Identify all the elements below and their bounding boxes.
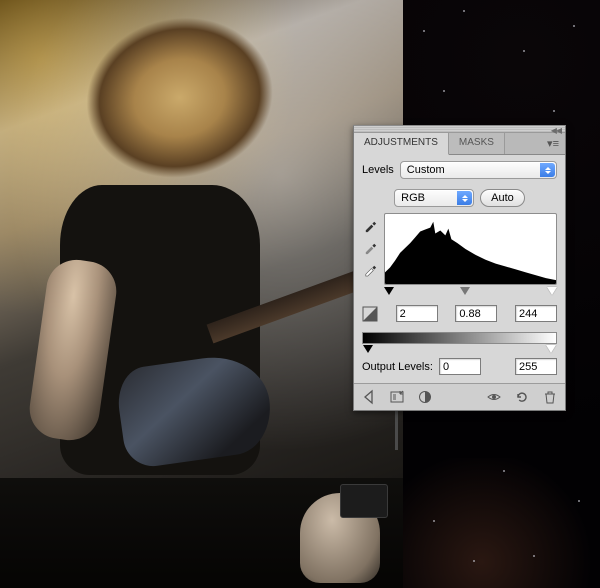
star — [503, 470, 505, 472]
panel-footer — [354, 383, 565, 410]
panel-body: Levels Custom RGB Auto — [354, 155, 565, 383]
star — [473, 560, 475, 562]
output-black-slider[interactable] — [363, 345, 373, 353]
back-arrow-icon[interactable] — [360, 389, 378, 405]
eyedropper-white-icon[interactable] — [362, 261, 378, 277]
star — [578, 500, 580, 502]
star — [573, 25, 575, 27]
histogram-wrap — [384, 213, 557, 299]
star — [553, 110, 555, 112]
nebula — [403, 458, 600, 588]
trash-icon[interactable] — [541, 389, 559, 405]
star — [443, 90, 445, 92]
panel-menu-icon[interactable]: ▾≡ — [541, 133, 565, 154]
contrast-icon — [362, 306, 378, 322]
auto-button[interactable]: Auto — [480, 189, 525, 207]
tab-adjustments[interactable]: ADJUSTMENTS — [354, 133, 449, 155]
star — [433, 520, 435, 522]
preset-row: Levels Custom — [362, 161, 557, 179]
star — [533, 555, 535, 557]
histogram-row — [362, 213, 557, 299]
expand-view-icon[interactable] — [388, 389, 406, 405]
workspace: ◀◀ ADJUSTMENTS MASKS ▾≡ Levels Custom RG… — [0, 0, 600, 588]
input-black-slider[interactable] — [384, 287, 394, 295]
clip-toggle-icon[interactable] — [416, 389, 434, 405]
tab-masks[interactable]: MASKS — [449, 133, 505, 154]
eyedropper-gray-icon[interactable] — [362, 239, 378, 255]
levels-label: Levels — [362, 164, 394, 176]
output-white-slider[interactable] — [546, 345, 556, 353]
output-levels-label: Output Levels: — [362, 361, 433, 373]
phone-camera — [340, 484, 388, 518]
star — [523, 50, 525, 52]
view-previous-icon[interactable] — [485, 389, 503, 405]
channel-select[interactable]: RGB — [394, 189, 474, 207]
output-levels-row: Output Levels: — [362, 358, 557, 375]
input-levels-row — [362, 305, 557, 322]
input-slider-track — [384, 287, 557, 297]
channel-row: RGB Auto — [362, 189, 557, 207]
eyedropper-black-icon[interactable] — [362, 217, 378, 233]
input-gamma-slider[interactable] — [460, 287, 470, 295]
star — [423, 30, 425, 32]
adjustments-panel: ◀◀ ADJUSTMENTS MASKS ▾≡ Levels Custom RG… — [353, 125, 566, 411]
input-black-field[interactable] — [396, 305, 438, 322]
reset-icon[interactable] — [513, 389, 531, 405]
output-white-field[interactable] — [515, 358, 557, 375]
panel-grip[interactable]: ◀◀ — [354, 126, 565, 133]
output-black-field[interactable] — [439, 358, 481, 375]
star — [463, 10, 465, 12]
preset-select[interactable]: Custom — [400, 161, 557, 179]
histogram — [384, 213, 557, 285]
preset-value: Custom — [407, 164, 445, 176]
dropdown-caret-icon — [540, 163, 555, 177]
input-gamma-field[interactable] — [455, 305, 497, 322]
document-image — [0, 0, 403, 588]
input-white-slider[interactable] — [547, 287, 557, 295]
dropdown-caret-icon — [457, 191, 472, 205]
panel-tabs: ADJUSTMENTS MASKS ▾≡ — [354, 133, 565, 155]
channel-value: RGB — [401, 192, 425, 204]
input-white-field[interactable] — [515, 305, 557, 322]
eyedropper-group — [362, 213, 378, 277]
output-gradient — [362, 332, 557, 344]
collapse-icon[interactable]: ◀◀ — [551, 126, 561, 135]
